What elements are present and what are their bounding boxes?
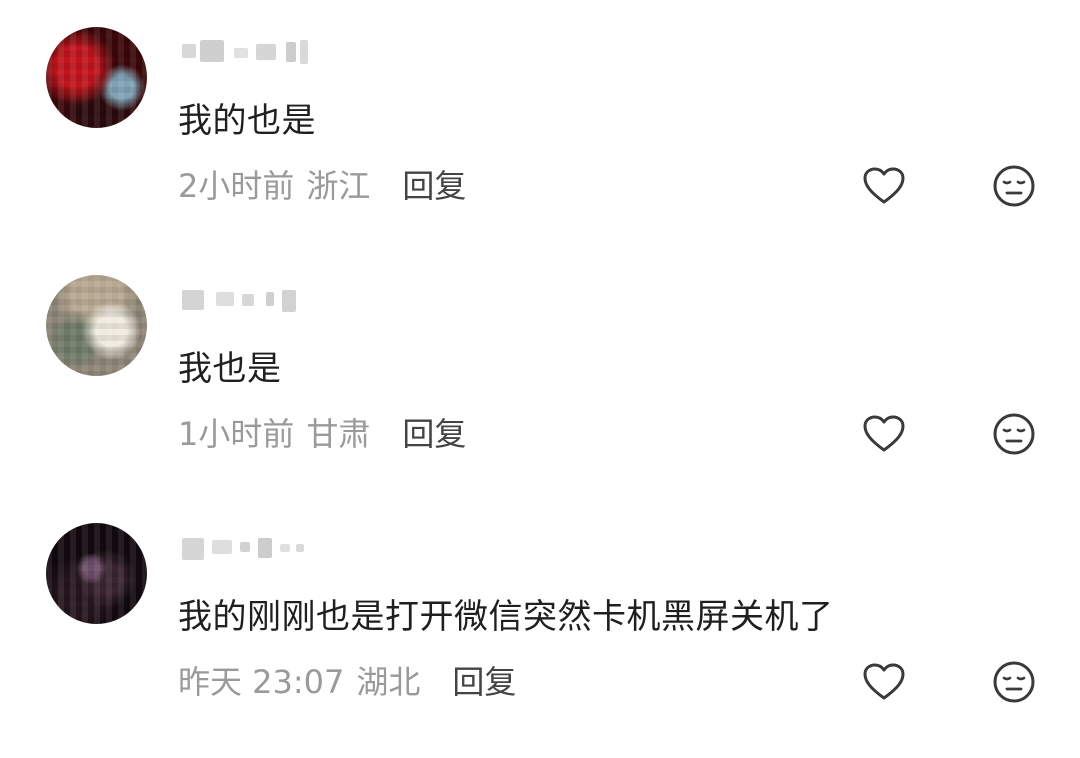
heart-outline-icon [863,167,905,204]
reply-button[interactable]: 回复 [402,166,466,206]
comment-item: 我的也是 2小时前 浙江 回复 [0,22,1080,262]
reply-button[interactable]: 回复 [402,414,466,454]
heart-outline-icon [863,415,905,452]
neutral-face-icon [993,413,1035,455]
reply-button[interactable]: 回复 [452,662,516,702]
comment-time: 昨天 23:07 [178,663,345,701]
username-blurred[interactable] [182,32,332,70]
comment-time: 2小时前 [178,167,295,205]
comment-location: 浙江 [306,167,371,205]
comment-text: 我的也是 [178,101,316,141]
reaction-button[interactable] [990,658,1038,706]
like-button[interactable] [860,658,908,706]
reaction-button[interactable] [990,410,1038,458]
comment-time: 1小时前 [178,415,295,453]
like-button[interactable] [860,162,908,210]
username-blurred[interactable] [182,280,332,318]
neutral-face-icon [993,661,1035,703]
neutral-face-icon [993,165,1035,207]
comment-item: 我也是 1小时前 甘肃 回复 [0,270,1080,510]
comment-location: 湖北 [356,663,421,701]
like-button[interactable] [860,410,908,458]
comment-text: 我也是 [178,349,282,389]
heart-outline-icon [863,663,905,700]
avatar[interactable] [46,523,147,624]
username-blurred[interactable] [182,528,332,566]
comment-meta: 1小时前 甘肃 回复 [178,414,466,454]
comment-meta: 2小时前 浙江 回复 [178,166,466,206]
comment-meta: 昨天 23:07 湖北 回复 [178,662,516,702]
avatar[interactable] [46,275,147,376]
avatar[interactable] [46,27,147,128]
comment-text: 我的刚刚也是打开微信突然卡机黑屏关机了 [178,597,834,637]
reaction-button[interactable] [990,162,1038,210]
comment-item: 我的刚刚也是打开微信突然卡机黑屏关机了 昨天 23:07 湖北 回复 [0,518,1080,758]
comment-location: 甘肃 [306,415,371,453]
